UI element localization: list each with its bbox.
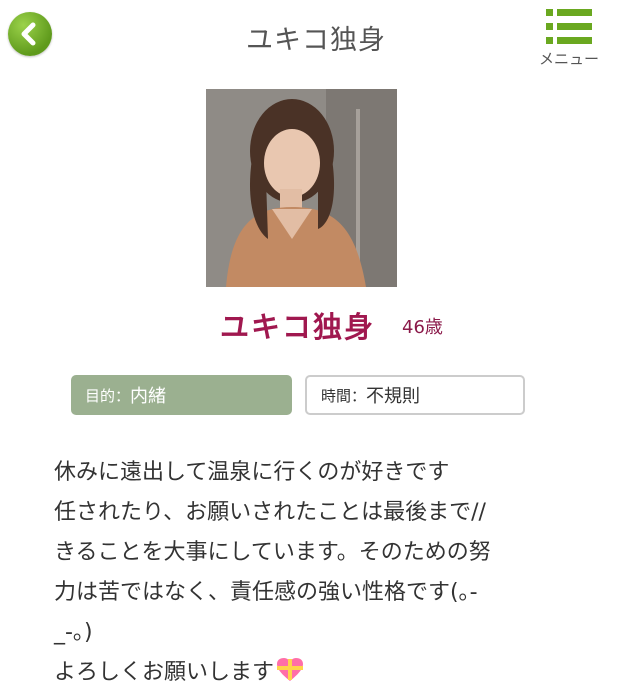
- bio-line-last: よろしくお願いします: [54, 653, 554, 693]
- list-menu-icon: [546, 9, 592, 44]
- bio-line: 力は苦ではなく、責任感の強い性格です(｡-: [54, 580, 478, 605]
- time-tag: 時間： 不規則: [305, 375, 525, 415]
- bio-text: 休みに遠出して温泉に行くのが好きです 任されたり、お願いされたことは最後まで//…: [54, 453, 554, 693]
- time-key: 時間：: [321, 386, 367, 405]
- profile-photo-image: [206, 89, 397, 287]
- purpose-tag: 目的： 内緒: [71, 375, 292, 415]
- profile-name: ユキコ独身: [220, 310, 376, 344]
- heart-gift-emoji: [277, 658, 304, 681]
- bio-line: 休みに遠出して温泉に行くのが好きです: [54, 460, 450, 485]
- purpose-key: 目的：: [85, 386, 131, 405]
- time-value: 不規則: [366, 386, 421, 407]
- app-header: ユキコ独身 メニュー: [0, 0, 632, 75]
- menu-button[interactable]: メニュー: [538, 8, 600, 68]
- bio-line: _-｡): [54, 620, 93, 645]
- menu-label: メニュー: [538, 50, 599, 68]
- profile-age: 46歳: [402, 317, 443, 338]
- bio-line: 任されたり、お願いされたことは最後まで//: [54, 500, 486, 525]
- purpose-value: 内緒: [130, 386, 167, 407]
- bio-line: きることを大事にしています。そのための努: [54, 540, 491, 565]
- profile-photo[interactable]: [206, 89, 397, 287]
- bio-line-text: よろしくお願いします: [54, 660, 275, 685]
